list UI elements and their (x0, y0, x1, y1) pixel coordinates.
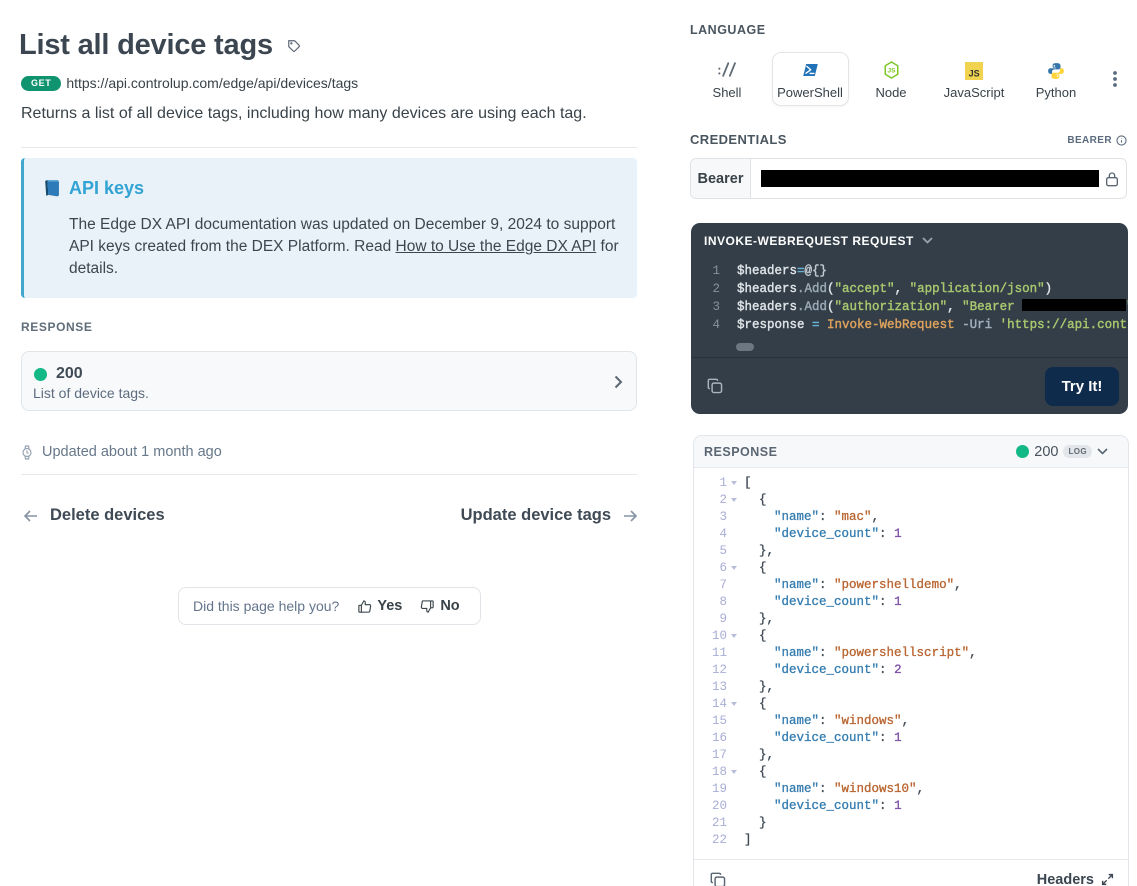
svg-text:JS: JS (887, 68, 896, 75)
svg-text:JS: JS (969, 69, 980, 79)
